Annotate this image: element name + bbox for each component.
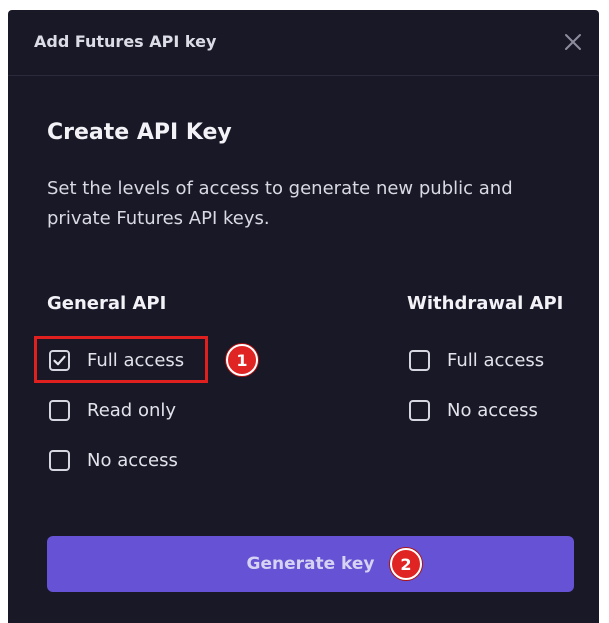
- general-read-only-option[interactable]: Read only: [49, 396, 176, 424]
- option-label: No access: [87, 449, 178, 471]
- annotation-marker-1: 1: [226, 344, 258, 376]
- withdrawal-full-access-checkbox[interactable]: [409, 349, 430, 371]
- close-icon: [565, 34, 581, 50]
- general-read-only-checkbox[interactable]: [49, 399, 70, 421]
- withdrawal-api-title: Withdrawal API: [407, 293, 564, 314]
- section-title: Create API Key: [47, 120, 232, 145]
- withdrawal-no-access-checkbox[interactable]: [409, 399, 430, 421]
- option-label: Full access: [447, 349, 545, 371]
- modal-header: Add Futures API key: [8, 10, 599, 76]
- annotation-highlight-box: [34, 336, 208, 383]
- withdrawal-full-access-option[interactable]: Full access: [409, 346, 544, 374]
- generate-key-label: Generate key: [246, 554, 375, 574]
- description-text: Set the levels of access to generate new…: [47, 178, 513, 229]
- option-label: Read only: [87, 399, 177, 421]
- withdrawal-no-access-option[interactable]: No access: [409, 396, 538, 424]
- general-no-access-option[interactable]: No access: [49, 446, 178, 474]
- close-button[interactable]: [561, 30, 585, 54]
- modal-title: Add Futures API key: [34, 32, 217, 51]
- generate-key-button[interactable]: Generate key: [47, 536, 574, 592]
- annotation-marker-2: 2: [390, 548, 422, 580]
- general-api-title: General API: [47, 293, 167, 314]
- option-label: No access: [447, 399, 538, 421]
- general-no-access-checkbox[interactable]: [49, 449, 70, 471]
- add-api-key-modal: Add Futures API key Create API Key Set t…: [8, 10, 599, 623]
